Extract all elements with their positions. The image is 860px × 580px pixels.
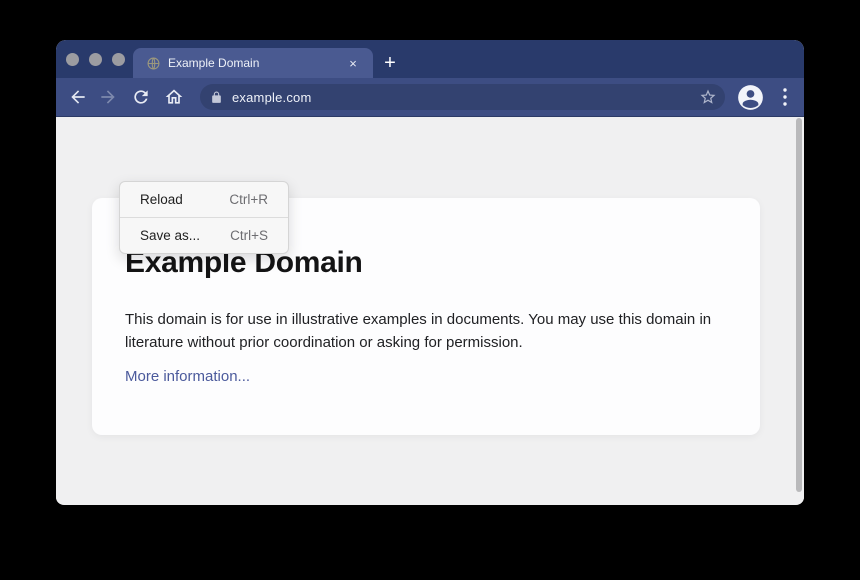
menu-item-label: Reload (140, 192, 183, 207)
zoom-window-button[interactable] (112, 53, 125, 66)
home-icon[interactable] (164, 87, 184, 107)
menu-item-shortcut: Ctrl+R (229, 192, 268, 207)
address-bar[interactable]: example.com (200, 84, 725, 110)
close-window-button[interactable] (66, 53, 79, 66)
tab-title: Example Domain (168, 56, 346, 70)
new-tab-button[interactable]: + (376, 48, 404, 78)
page-paragraph: This domain is for use in illustrative e… (125, 308, 717, 354)
more-information-link[interactable]: More information... (125, 368, 250, 385)
screenshot-root: Example Domain × + example (0, 0, 860, 580)
page-viewport: Example Domain This domain is for use in… (56, 117, 804, 504)
menu-item-label: Save as... (140, 228, 200, 243)
menu-item-save-as[interactable]: Save as... Ctrl+S (120, 218, 288, 253)
bookmark-star-icon[interactable] (699, 88, 717, 106)
menu-item-shortcut: Ctrl+S (230, 228, 268, 243)
overflow-menu-icon[interactable] (780, 85, 790, 109)
minimize-window-button[interactable] (89, 53, 102, 66)
url-text[interactable]: example.com (232, 90, 699, 105)
browser-toolbar: example.com (56, 78, 804, 117)
scrollbar[interactable] (796, 118, 802, 492)
forward-arrow-icon[interactable] (98, 87, 118, 107)
tab-example-domain[interactable]: Example Domain × (133, 48, 373, 78)
lock-icon[interactable] (210, 91, 223, 104)
globe-favicon-icon (147, 57, 160, 70)
browser-window: Example Domain × + example (56, 40, 804, 505)
reload-icon[interactable] (131, 87, 151, 107)
tab-close-icon[interactable]: × (346, 57, 360, 70)
context-menu: Reload Ctrl+R Save as... Ctrl+S (119, 181, 289, 254)
menu-item-reload[interactable]: Reload Ctrl+R (120, 182, 288, 217)
window-controls (66, 40, 125, 78)
back-arrow-icon[interactable] (68, 87, 88, 107)
tab-bar: Example Domain × + (56, 40, 804, 78)
profile-avatar-icon[interactable] (737, 84, 764, 111)
